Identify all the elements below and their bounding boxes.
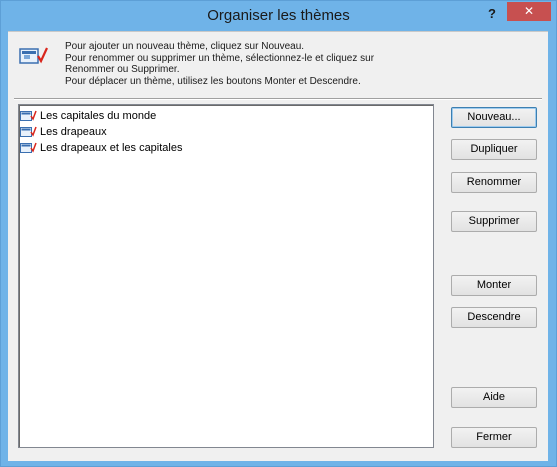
instruction-line: Pour ajouter un nouveau thème, cliquez s… — [65, 41, 305, 52]
dialog-content: Pour ajouter un nouveau thème, cliquez s… — [8, 31, 548, 461]
theme-icon — [20, 142, 37, 153]
instruction-line: Pour renommer ou supprimer un thème, sél… — [65, 52, 375, 64]
help-button[interactable]: Aide — [451, 387, 537, 408]
close-button[interactable]: Fermer — [451, 427, 537, 448]
list-item-label: Les drapeaux et les capitales — [40, 141, 183, 154]
theme-info-icon — [19, 47, 48, 64]
new-button[interactable]: Nouveau... — [451, 107, 537, 128]
list-item[interactable]: Les drapeaux — [20, 124, 420, 139]
instruction-line: Renommer ou Supprimer. — [65, 64, 180, 75]
delete-button[interactable]: Supprimer — [451, 211, 537, 232]
dialog-title: Organiser les thèmes — [207, 7, 350, 24]
list-item[interactable]: Les capitales du monde — [20, 108, 420, 123]
list-item-label: Les capitales du monde — [40, 109, 157, 122]
title-bar[interactable]: Organiser les thèmes ? ✕ — [1, 1, 556, 31]
separator — [14, 98, 542, 100]
instruction-line: Pour déplacer un thème, utilisez les bou… — [65, 75, 361, 87]
move-up-button[interactable]: Monter — [451, 275, 537, 296]
theme-icon — [20, 126, 37, 137]
list-item[interactable]: Les drapeaux et les capitales — [20, 140, 420, 155]
duplicate-button[interactable]: Dupliquer — [451, 139, 537, 160]
instructions-text: Pour ajouter un nouveau thème, cliquez s… — [65, 41, 485, 87]
theme-icon — [20, 110, 37, 121]
dialog-window: Organiser les thèmes ? ✕ Pour ajouter un… — [0, 0, 557, 467]
list-item-label: Les drapeaux — [40, 125, 107, 138]
help-title-button[interactable]: ? — [477, 4, 507, 24]
close-window-button[interactable]: ✕ — [507, 2, 551, 21]
themes-list[interactable]: Les capitales du monde Les drapeaux Les … — [18, 104, 434, 448]
rename-button[interactable]: Renommer — [451, 172, 537, 193]
move-down-button[interactable]: Descendre — [451, 307, 537, 328]
